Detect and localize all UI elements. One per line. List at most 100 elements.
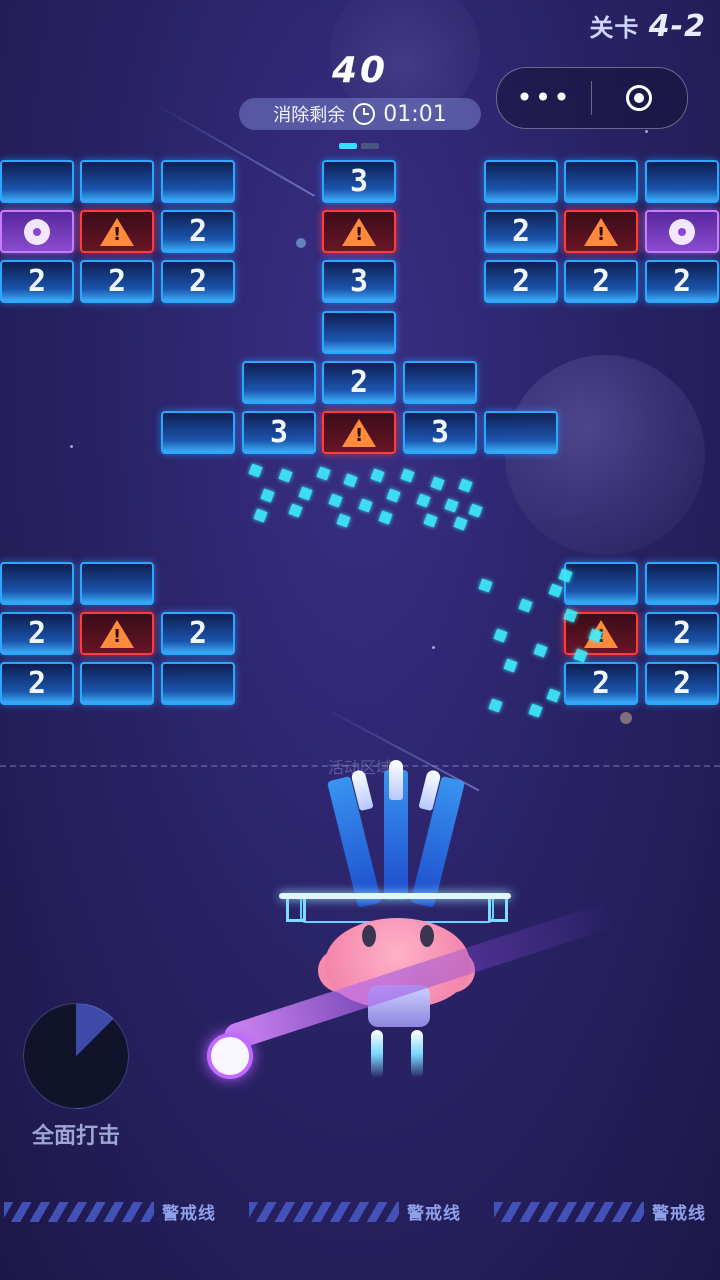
radiation-icon xyxy=(24,218,50,245)
particle xyxy=(430,476,445,491)
star xyxy=(645,130,648,133)
particle xyxy=(518,598,533,613)
character-horn-icon xyxy=(362,925,376,947)
background-planet xyxy=(505,355,705,555)
particle xyxy=(298,486,313,501)
particle xyxy=(328,493,343,508)
laser-beam xyxy=(326,775,382,908)
skill-label: 全面打击 xyxy=(31,1124,120,1149)
particle xyxy=(336,513,351,528)
close-target-icon xyxy=(626,85,652,111)
brick: 2 xyxy=(645,612,719,655)
particle xyxy=(468,503,483,518)
particle xyxy=(378,510,393,525)
brick xyxy=(322,311,396,354)
particle xyxy=(370,468,385,483)
stage-progress-segment xyxy=(361,143,379,149)
brick xyxy=(161,160,235,203)
brick-hits-label: 2 xyxy=(672,666,692,701)
level-prefix: 关卡 xyxy=(589,14,640,42)
warning-line-label: 警戒线 xyxy=(162,1204,216,1224)
brick: 3 xyxy=(242,411,316,454)
close-button[interactable] xyxy=(592,85,686,111)
paddle-bracket-right xyxy=(488,899,508,922)
warning-stripe xyxy=(4,1202,154,1222)
warning-stripe xyxy=(249,1202,399,1222)
brick xyxy=(0,160,74,203)
danger-brick xyxy=(80,612,154,655)
particle xyxy=(458,478,473,493)
nuke-brick xyxy=(0,210,74,253)
brick xyxy=(80,160,154,203)
brick xyxy=(80,562,154,605)
danger-brick xyxy=(322,210,396,253)
brick xyxy=(484,411,558,454)
brick xyxy=(80,662,154,705)
particle xyxy=(253,508,268,523)
brick: 3 xyxy=(403,411,477,454)
particle xyxy=(488,698,503,713)
brick-hits-label: 2 xyxy=(672,264,692,299)
brick-hits-label: 2 xyxy=(511,264,531,299)
radiation-icon xyxy=(669,218,695,245)
particle xyxy=(343,473,358,488)
remaining-label: 消除剩余 xyxy=(273,105,346,126)
brick-hits-label: 2 xyxy=(188,264,208,299)
particle xyxy=(386,488,401,503)
brick: 2 xyxy=(484,260,558,303)
brick: 2 xyxy=(80,260,154,303)
particle xyxy=(478,578,493,593)
brick-hits-label: 2 xyxy=(591,264,611,299)
score: 40 xyxy=(331,50,389,91)
brick-hits-label: 3 xyxy=(430,415,450,450)
warning-stripe xyxy=(494,1202,644,1222)
particle xyxy=(278,468,293,483)
brick-hits-label: 3 xyxy=(349,164,369,199)
brick xyxy=(242,361,316,404)
brick: 2 xyxy=(564,662,638,705)
clock-icon xyxy=(353,103,376,125)
brick-hits-label: 2 xyxy=(511,214,531,249)
brick-hits-label: 2 xyxy=(349,365,369,400)
particle xyxy=(260,488,275,503)
particle xyxy=(423,513,438,528)
jet-flame xyxy=(411,1030,423,1078)
brick: 2 xyxy=(564,260,638,303)
particle xyxy=(548,583,563,598)
full-strike-skill-button[interactable] xyxy=(23,1003,129,1109)
stage-progress-segment xyxy=(339,143,357,149)
particle xyxy=(444,498,459,513)
particle xyxy=(573,648,588,663)
danger-brick xyxy=(564,210,638,253)
particle xyxy=(493,628,508,643)
brick-hits-label: 2 xyxy=(591,666,611,701)
brick: 2 xyxy=(0,612,74,655)
particle xyxy=(533,643,548,658)
more-menu-button[interactable]: ••• xyxy=(497,68,591,128)
brick: 2 xyxy=(645,662,719,705)
nuke-brick xyxy=(645,210,719,253)
brick-hits-label: 3 xyxy=(269,415,289,450)
timer-value: 01:01 xyxy=(383,101,447,127)
particle xyxy=(248,463,263,478)
laser-beam xyxy=(410,775,466,908)
brick: 2 xyxy=(322,361,396,404)
brick: 2 xyxy=(161,210,235,253)
brick: 2 xyxy=(161,612,235,655)
brick xyxy=(564,160,638,203)
warning-line-label: 警戒线 xyxy=(652,1204,706,1224)
brick-hits-label: 2 xyxy=(672,616,692,651)
particle xyxy=(546,688,561,703)
character-horn-icon xyxy=(420,925,434,947)
brick: 2 xyxy=(0,260,74,303)
particle xyxy=(400,468,415,483)
level-indicator: 关卡 4-2 xyxy=(589,8,706,44)
brick-hits-label: 2 xyxy=(107,264,127,299)
particle xyxy=(503,658,518,673)
brick-hits-label: 2 xyxy=(27,264,47,299)
jet-flame xyxy=(371,1030,383,1078)
brick: 3 xyxy=(322,160,396,203)
stage-progress xyxy=(339,143,379,149)
brick xyxy=(161,662,235,705)
warning-icon xyxy=(100,217,134,246)
